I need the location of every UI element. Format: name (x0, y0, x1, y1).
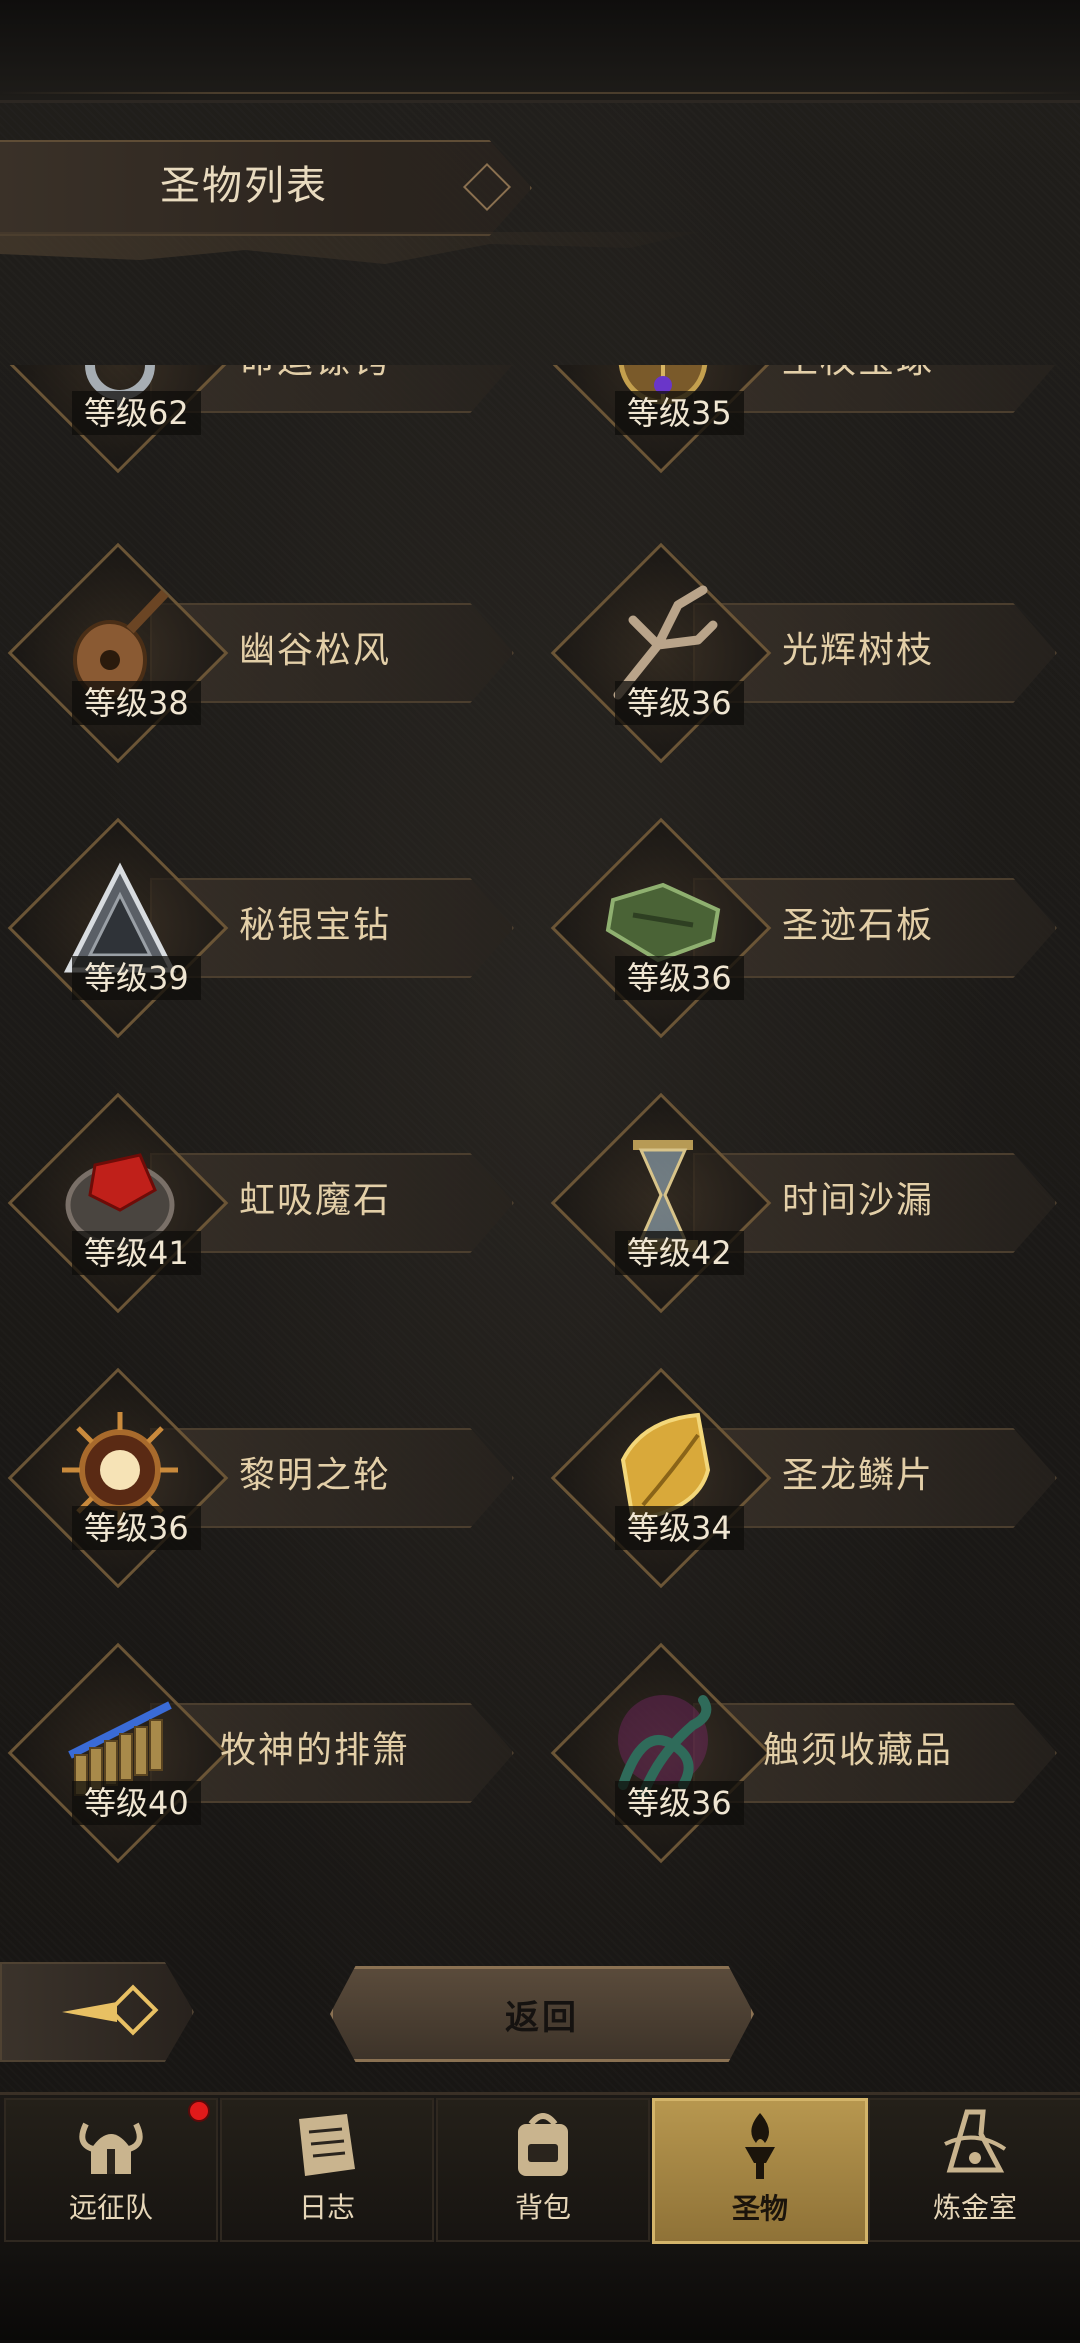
backpack-icon (518, 2113, 568, 2176)
relic-name: 触须收藏品 (762, 1730, 953, 1771)
relic-list[interactable]: 命运镣铐 等级62 王权宝球 等级35 幽谷松风 等级38 (0, 365, 1080, 1875)
nav-tab-alchemy[interactable]: 炼金室 (868, 2098, 1080, 2242)
level-prefix: 等级 (84, 1234, 149, 1272)
relic-name: 黎明之轮 (238, 1455, 391, 1496)
level-prefix: 等级 (627, 1784, 692, 1822)
relic-name: 圣迹石板 (781, 905, 934, 946)
relic-name: 圣龙鳞片 (781, 1455, 934, 1496)
relic-card[interactable]: 触须收藏品 等级36 (543, 1642, 1063, 1864)
relic-name: 秘银宝钻 (238, 905, 391, 946)
nav-tab-backpack[interactable]: 背包 (436, 2098, 650, 2242)
level-prefix: 等级 (627, 684, 692, 722)
return-button-label: 返回 (505, 1997, 579, 2038)
relic-name: 王权宝球 (733, 365, 983, 389)
level-value: 36 (691, 959, 732, 997)
back-arrow-button[interactable] (0, 1962, 194, 2062)
level-value: 62 (148, 394, 189, 432)
nav-label: 炼金室 (932, 2191, 1017, 2224)
level-prefix: 等级 (84, 684, 149, 722)
level-value: 35 (691, 394, 732, 432)
level-value: 38 (148, 684, 189, 722)
return-button[interactable]: 返回 (330, 1966, 754, 2062)
relic-card[interactable]: 幽谷松风 等级38 (0, 542, 520, 764)
level-prefix: 等级 (84, 959, 149, 997)
relic-card[interactable]: 圣迹石板 等级36 (543, 817, 1063, 1039)
level-value: 36 (691, 1784, 732, 1822)
relic-card[interactable]: 虹吸魔石 等级41 (0, 1092, 520, 1314)
relic-name: 光辉树枝 (781, 630, 934, 671)
notification-badge (188, 2100, 210, 2122)
relic-level: 等级34 (615, 1506, 744, 1550)
level-value: 34 (691, 1509, 732, 1547)
relic-name: 幽谷松风 (238, 630, 391, 671)
nav-label: 远征队 (68, 2191, 153, 2224)
relic-level: 等级41 (72, 1231, 201, 1275)
torch-icon (745, 2113, 775, 2179)
top-frame (0, 0, 1080, 103)
relic-name: 牧神的排箫 (219, 1730, 410, 1771)
nav-tab-expedition[interactable]: 远征队 (4, 2098, 218, 2242)
bottom-frame (0, 2250, 1080, 2340)
level-prefix: 等级 (627, 1234, 692, 1272)
relic-level: 等级35 (615, 391, 744, 435)
level-value: 42 (691, 1234, 732, 1272)
relic-level: 等级42 (615, 1231, 744, 1275)
relic-name: 时间沙漏 (781, 1180, 934, 1221)
level-prefix: 等级 (84, 1509, 149, 1547)
level-value: 39 (148, 959, 189, 997)
relic-card[interactable]: 牧神的排箫 等级40 (0, 1642, 520, 1864)
relic-level: 等级36 (615, 681, 744, 725)
relic-card[interactable]: 王权宝球 等级35 (543, 365, 1063, 474)
relic-card[interactable]: 圣龙鳞片 等级34 (543, 1367, 1063, 1589)
level-prefix: 等级 (627, 394, 692, 432)
nav-label: 日志 (298, 2191, 355, 2224)
nav-label: 圣物 (731, 2192, 788, 2225)
relic-level: 等级36 (72, 1506, 201, 1550)
level-value: 40 (148, 1784, 189, 1822)
page-title: 圣物列表 (160, 163, 328, 209)
relic-card[interactable]: 命运镣铐 等级62 (0, 365, 520, 474)
alchemy-icon (944, 2109, 1007, 2173)
level-prefix: 等级 (84, 394, 149, 432)
relic-card[interactable]: 时间沙漏 等级42 (543, 1092, 1063, 1314)
level-prefix: 等级 (627, 959, 692, 997)
relic-level: 等级36 (615, 956, 744, 1000)
level-prefix: 等级 (84, 1784, 149, 1822)
scroll-icon (299, 2114, 355, 2176)
relic-level: 等级38 (72, 681, 201, 725)
nav-label: 背包 (514, 2191, 571, 2224)
relic-name: 虹吸魔石 (238, 1180, 391, 1221)
arrow-left-icon (62, 1984, 159, 2036)
relic-level: 等级62 (72, 391, 201, 435)
relic-name: 命运镣铐 (190, 365, 440, 389)
level-value: 36 (691, 684, 732, 722)
relic-level: 等级39 (72, 956, 201, 1000)
level-value: 41 (148, 1234, 189, 1272)
nav-tab-relics[interactable]: 圣物 (652, 2098, 868, 2244)
relic-card[interactable]: 秘银宝钻 等级39 (0, 817, 520, 1039)
nav-tab-journal[interactable]: 日志 (220, 2098, 434, 2242)
relic-level: 等级40 (72, 1781, 201, 1825)
level-prefix: 等级 (627, 1509, 692, 1547)
relic-card[interactable]: 黎明之轮 等级36 (0, 1367, 520, 1589)
viking-helmet-icon (79, 2122, 143, 2174)
relic-level: 等级36 (615, 1781, 744, 1825)
level-value: 36 (148, 1509, 189, 1547)
relic-card[interactable]: 光辉树枝 等级36 (543, 542, 1063, 764)
